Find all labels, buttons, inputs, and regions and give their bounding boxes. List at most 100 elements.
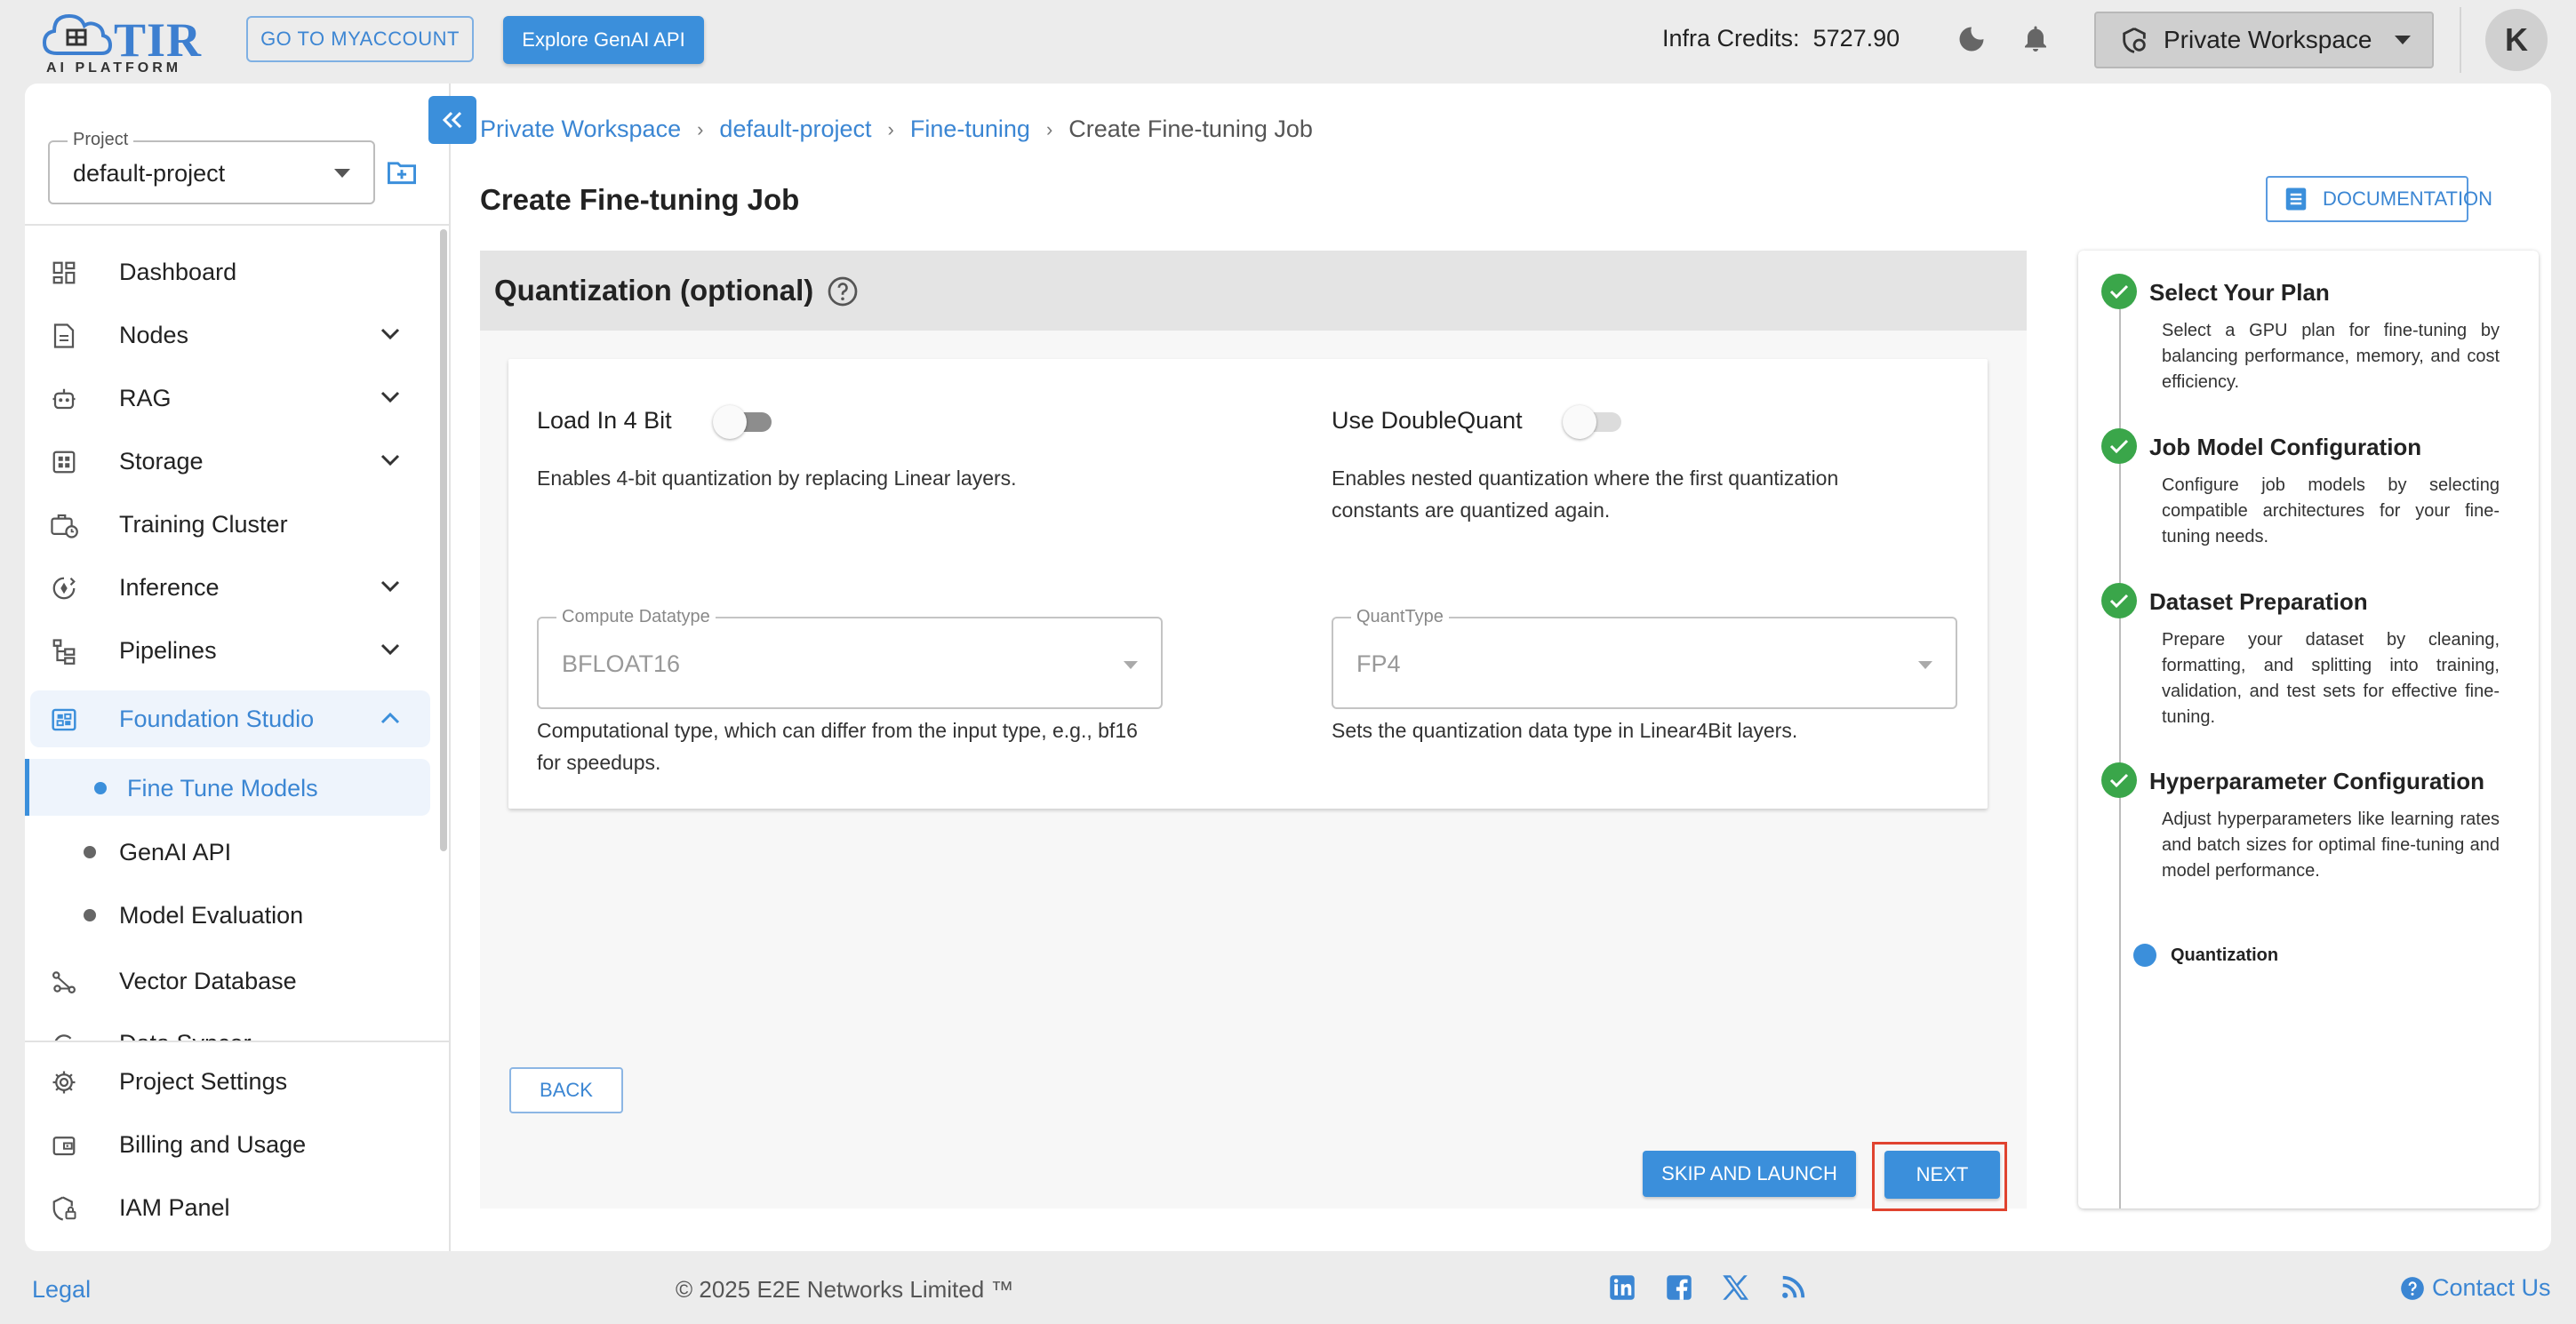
breadcrumb-separator: › <box>1045 117 1053 140</box>
documentation-label: DOCUMENTATION <box>2323 187 2493 210</box>
sidebar-item-training-cluster[interactable]: Training Cluster <box>25 496 430 553</box>
load-4bit-help: Enables 4-bit quantization by replacing … <box>537 467 1017 490</box>
bullet-icon <box>84 846 96 858</box>
documentation-button[interactable]: DOCUMENTATION <box>2266 176 2492 222</box>
sidebar-scrollbar[interactable] <box>440 229 447 851</box>
load-4bit-label: Load In 4 Bit <box>537 407 672 434</box>
sidebar-item-label: Storage <box>119 447 204 475</box>
step-description: Adjust hyperparameters like learning rat… <box>2162 810 2500 881</box>
current-step-label: Quantization <box>2171 945 2279 965</box>
sidebar-item-nodes[interactable]: Nodes <box>25 307 430 363</box>
quant-type-legend: QuantType <box>1351 607 1449 627</box>
logo-subtext: AI PLATFORM <box>46 60 182 76</box>
sidebar-subitem-genai-api[interactable]: GenAI API <box>25 823 430 880</box>
compute-datatype-legend: Compute Datatype <box>556 607 716 627</box>
double-chevron-left-icon <box>442 111 462 129</box>
go-to-myaccount-button[interactable]: GO TO MYACCOUNT <box>246 16 474 62</box>
page-title: Create Fine-tuning Job <box>480 183 800 216</box>
current-step-dot <box>2133 944 2156 967</box>
x-twitter-icon[interactable] <box>1720 1274 1750 1301</box>
bell-icon[interactable] <box>2020 21 2052 55</box>
sidebar: Project default-project Dashboard Nodes … <box>25 84 451 1251</box>
sidebar-nav: Dashboard Nodes RAG Storage Training Clu… <box>25 84 451 1041</box>
back-button[interactable]: BACK <box>509 1067 623 1113</box>
wallet-icon <box>50 1131 78 1160</box>
infra-credits-label: Infra Credits: <box>1662 25 1800 52</box>
shield-lock-icon <box>50 1194 78 1223</box>
sidebar-item-label: Nodes <box>119 321 189 348</box>
sidebar-item-dashboard[interactable]: Dashboard <box>25 243 430 300</box>
sidebar-item-label: Pipelines <box>119 636 217 664</box>
breadcrumb: Private Workspace › default-project › Fi… <box>480 116 1313 143</box>
pipeline-icon <box>50 637 78 666</box>
briefcase-clock-icon <box>50 511 78 539</box>
toggle-knob <box>1563 405 1596 439</box>
infra-credits-value: 5727.90 <box>1812 25 1900 52</box>
double-quant-toggle[interactable] <box>1563 403 1625 439</box>
explore-genai-api-button[interactable]: Explore GenAI API <box>503 16 704 64</box>
quant-type-select[interactable]: QuantType FP4 <box>1332 607 1957 709</box>
sidebar-subitem-fine-tune-models[interactable]: Fine Tune Models <box>25 759 430 816</box>
next-button[interactable]: NEXT <box>1884 1151 2000 1199</box>
linkedin-icon[interactable] <box>1609 1274 1636 1301</box>
chevron-down-icon <box>380 580 400 593</box>
workspace-selector[interactable]: Private Workspace <box>2094 12 2434 68</box>
sidebar-item-label: IAM Panel <box>119 1193 230 1221</box>
step-description: Select a GPU plan for fine-tuning by bal… <box>2162 321 2500 392</box>
step-description: Prepare your dataset by cleaning, format… <box>2162 630 2500 727</box>
chevron-down-icon <box>380 328 400 340</box>
collapse-sidebar-button[interactable] <box>428 96 476 144</box>
infra-credits: Infra Credits: 5727.90 <box>1662 25 1900 52</box>
sidebar-item-data-syncer[interactable]: Data Syncer <box>25 1015 430 1041</box>
load-4bit-toggle[interactable] <box>713 403 775 439</box>
document-list-icon <box>2284 186 2308 212</box>
quantization-panel: Quantization (optional) Load In 4 Bit En… <box>480 251 2027 1208</box>
help-circle-icon[interactable] <box>827 275 859 307</box>
facebook-icon[interactable] <box>1666 1274 1692 1301</box>
sidebar-item-foundation-studio[interactable]: Foundation Studio <box>30 690 430 747</box>
share-nodes-icon <box>50 968 78 996</box>
breadcrumb-link-fine-tuning[interactable]: Fine-tuning <box>910 116 1030 143</box>
chevron-down-icon <box>380 454 400 467</box>
contact-us-link[interactable]: Contact Us <box>2400 1274 2551 1302</box>
compute-datatype-help: Computational type, which can differ fro… <box>537 719 1138 774</box>
step-description: Configure job models by selecting compat… <box>2162 475 2500 546</box>
tir-logo[interactable]: TIR AI PLATFORM <box>41 9 204 76</box>
sidebar-item-pipelines[interactable]: Pipelines <box>25 622 430 679</box>
legal-link[interactable]: Legal <box>32 1276 91 1304</box>
quantization-header: Quantization (optional) <box>480 251 2027 331</box>
sidebar-item-rag[interactable]: RAG <box>25 370 430 427</box>
sidebar-item-billing-and-usage[interactable]: Billing and Usage <box>25 1116 430 1173</box>
gear-icon <box>50 1068 78 1097</box>
header-divider <box>2460 7 2461 73</box>
logo-text: TIR <box>114 13 203 67</box>
breadcrumb-link-project[interactable]: default-project <box>719 116 871 143</box>
sidebar-item-label: Vector Database <box>119 967 297 994</box>
rss-icon[interactable] <box>1780 1274 1806 1301</box>
compute-datatype-value: BFLOAT16 <box>562 650 681 677</box>
sidebar-subitem-model-evaluation[interactable]: Model Evaluation <box>25 886 430 943</box>
quant-type-help: Sets the quantization data type in Linea… <box>1332 719 1798 742</box>
sidebar-divider <box>25 1041 451 1042</box>
copyright-text: © 2025 E2E Networks Limited ™ <box>676 1276 1014 1303</box>
sidebar-item-vector-database[interactable]: Vector Database <box>25 953 430 1009</box>
sidebar-item-label: Dashboard <box>119 258 237 285</box>
double-quant-label: Use DoubleQuant <box>1332 407 1523 434</box>
sidebar-item-storage[interactable]: Storage <box>25 433 430 490</box>
quant-type-value: FP4 <box>1356 650 1401 677</box>
sidebar-item-iam-panel[interactable]: IAM Panel <box>25 1179 430 1236</box>
compute-datatype-select[interactable]: Compute Datatype BFLOAT16 <box>537 607 1163 709</box>
breadcrumb-link-workspace[interactable]: Private Workspace <box>480 116 681 143</box>
storage-icon <box>50 448 78 476</box>
sidebar-item-project-settings[interactable]: Project Settings <box>25 1053 430 1110</box>
workspace-icon <box>2119 25 2149 55</box>
sidebar-item-inference[interactable]: Inference <box>25 559 430 616</box>
moon-icon[interactable] <box>1956 23 1988 55</box>
breadcrumb-separator: › <box>697 117 704 140</box>
chevron-down-icon <box>380 643 400 656</box>
skip-and-launch-button[interactable]: SKIP AND LAUNCH <box>1643 1151 1856 1197</box>
avatar[interactable]: K <box>2485 9 2548 71</box>
workspace-label: Private Workspace <box>2164 26 2372 53</box>
sidebar-item-label: Data Syncer <box>119 1030 252 1041</box>
quantization-title: Quantization (optional) <box>494 274 814 307</box>
